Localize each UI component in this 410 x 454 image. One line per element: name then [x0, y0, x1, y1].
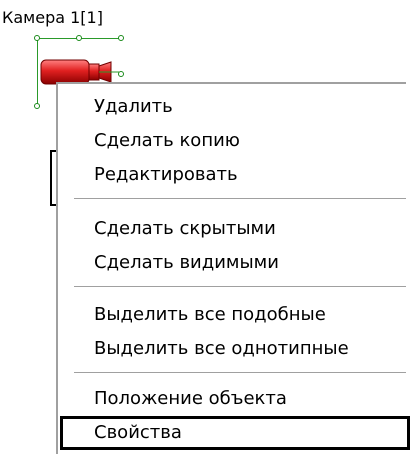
menu-item-delete[interactable]: Удалить	[58, 90, 406, 124]
menu-separator	[74, 286, 406, 288]
menu-item-make-copy[interactable]: Сделать копию	[58, 124, 406, 158]
context-menu: Удалить Сделать копию Редактировать Сдел…	[56, 82, 410, 454]
menu-item-edit[interactable]: Редактировать	[58, 158, 406, 192]
camera-label: Камера 1[1]	[2, 8, 103, 27]
selection-handle[interactable]	[118, 35, 124, 41]
selection-handle[interactable]	[76, 35, 82, 41]
menu-item-object-position[interactable]: Положение объекта	[58, 382, 406, 416]
menu-item-properties[interactable]: Свойства	[60, 416, 410, 450]
menu-separator	[74, 372, 406, 374]
selection-handle[interactable]	[34, 35, 40, 41]
menu-separator	[74, 198, 406, 200]
menu-item-select-all-similar[interactable]: Выделить все подобные	[58, 298, 406, 332]
menu-item-select-all-same-type[interactable]: Выделить все однотипные	[58, 332, 406, 366]
menu-item-make-visible[interactable]: Сделать видимыми	[58, 246, 406, 280]
menu-item-make-hidden[interactable]: Сделать скрытыми	[58, 212, 406, 246]
